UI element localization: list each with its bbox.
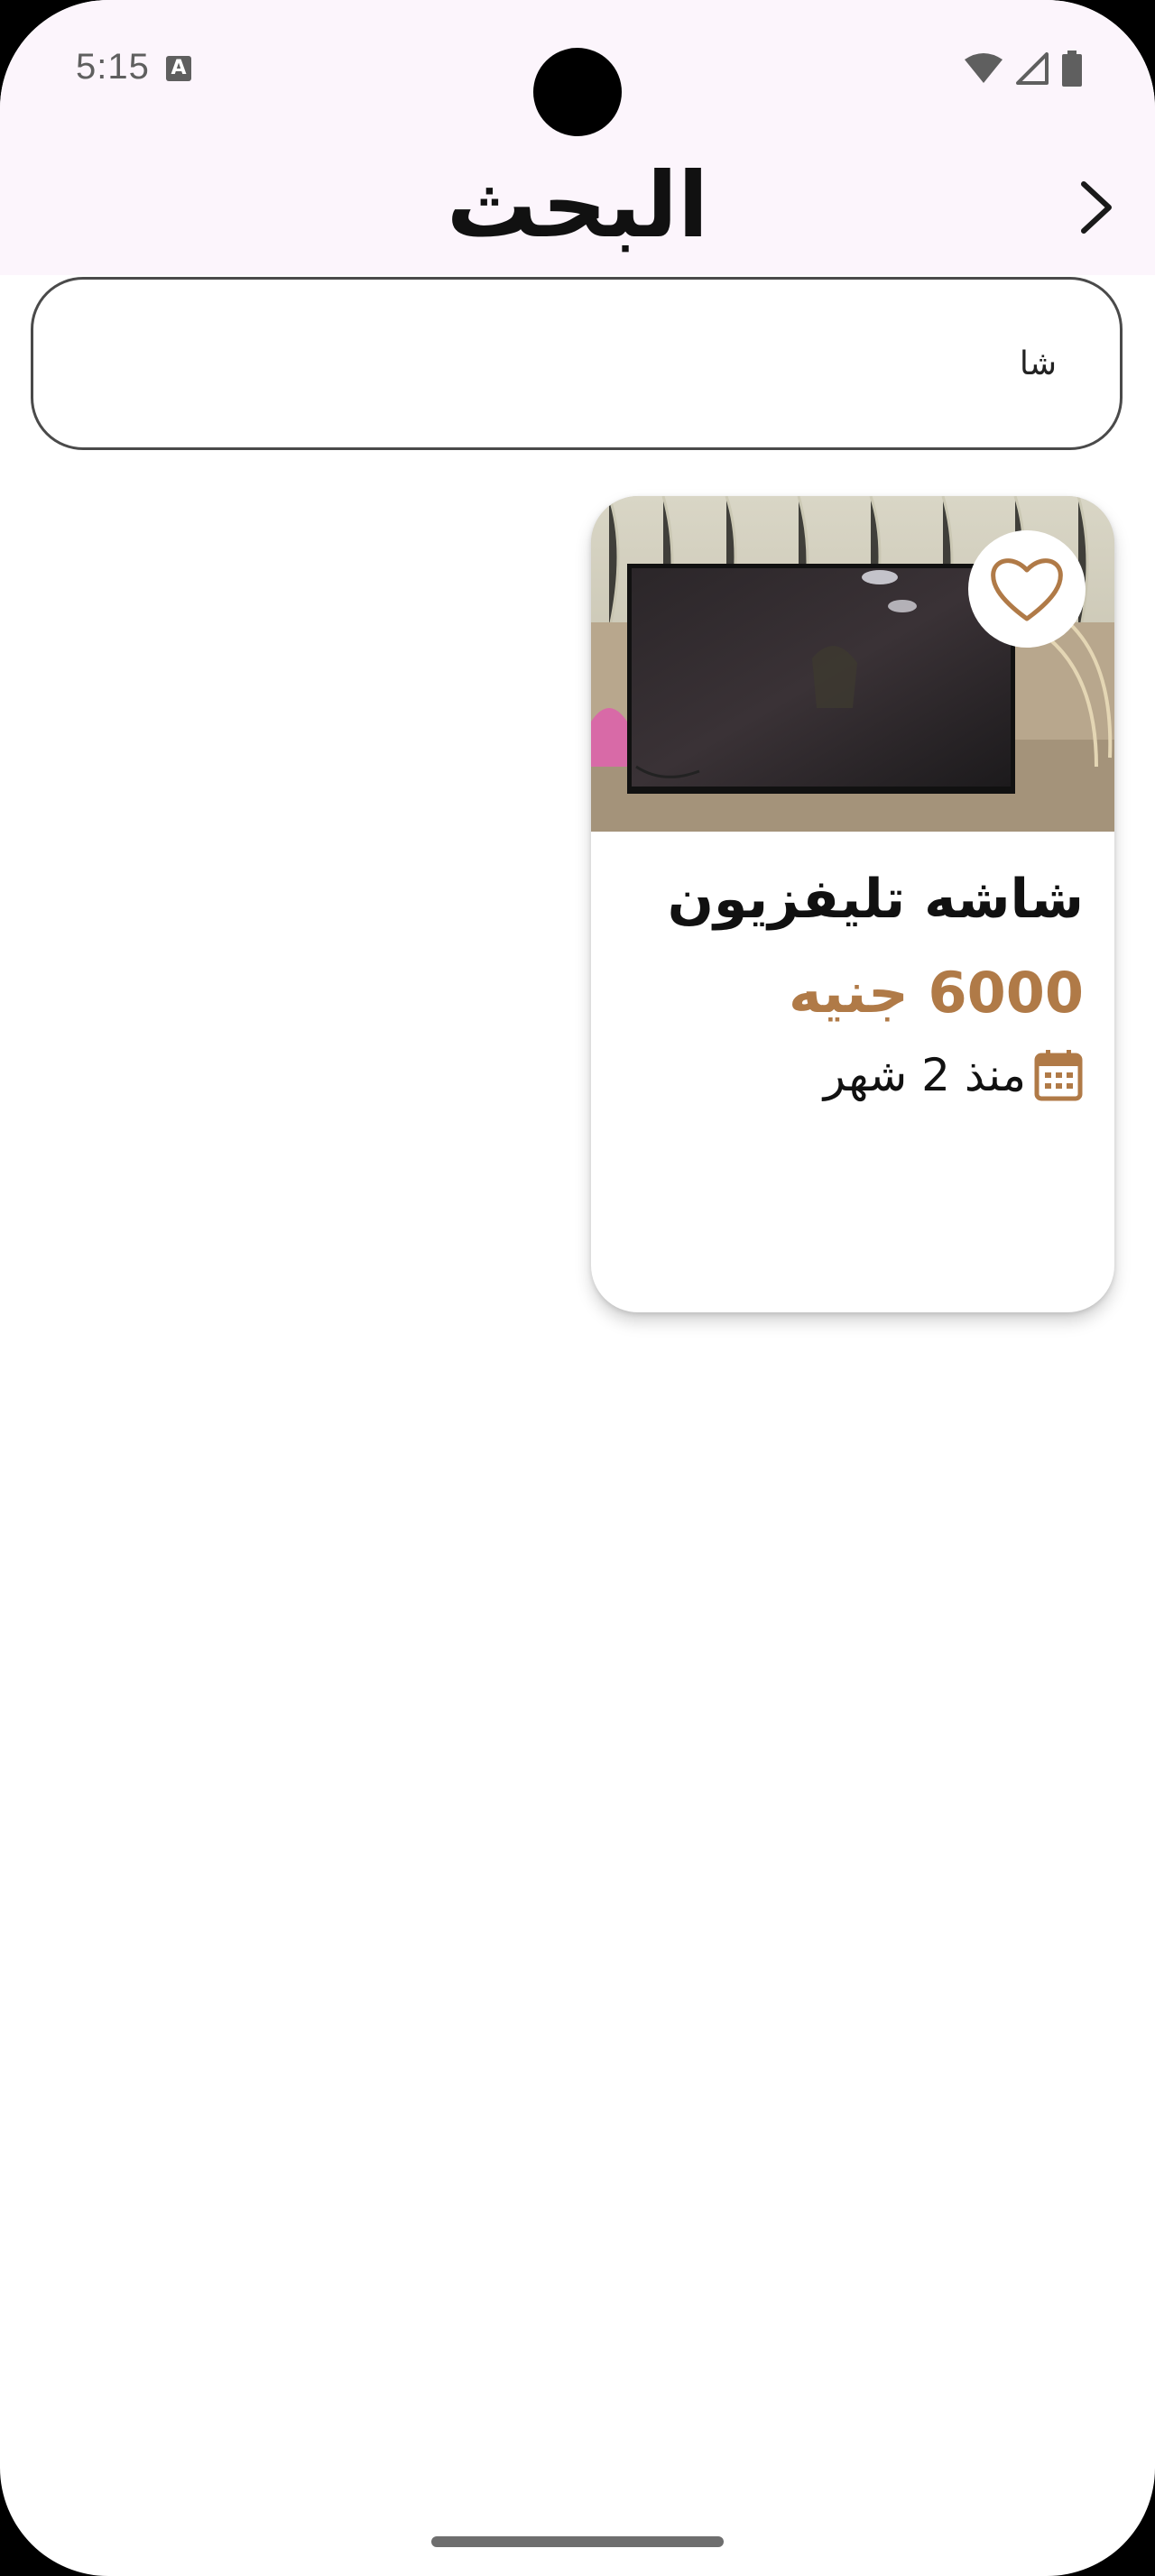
product-price: 6000 جنيه bbox=[788, 960, 1084, 1026]
search-input[interactable] bbox=[136, 280, 1075, 447]
favorite-button[interactable] bbox=[968, 530, 1086, 648]
page-title: البحث bbox=[446, 152, 709, 258]
search-field[interactable] bbox=[31, 277, 1123, 450]
cell-signal-icon bbox=[1016, 52, 1049, 85]
wifi-icon bbox=[965, 53, 1003, 83]
calendar-icon bbox=[1034, 1050, 1083, 1101]
product-date-row: منذ 2 شهر bbox=[824, 1048, 1084, 1102]
product-date: منذ 2 شهر bbox=[823, 1049, 1026, 1101]
screen: 5:15 A البحث شا شاشه تليفزيون 6000 جنيه … bbox=[0, 0, 1155, 2576]
heart-outline-icon bbox=[991, 558, 1063, 621]
top-bar: 5:15 A البحث bbox=[0, 0, 1155, 275]
product-card[interactable]: شاشه تليفزيون 6000 جنيه منذ 2 شهر bbox=[591, 496, 1114, 1312]
home-indicator[interactable] bbox=[431, 2536, 724, 2547]
battery-icon bbox=[1062, 51, 1082, 87]
chevron-icon bbox=[1081, 181, 1112, 234]
camera-cutout bbox=[533, 48, 622, 136]
product-title: شاشه تليفزيون bbox=[667, 868, 1084, 931]
notification-a-icon: A bbox=[166, 56, 191, 81]
status-time: 5:15 bbox=[76, 47, 150, 87]
back-button[interactable] bbox=[1065, 171, 1128, 244]
status-icons bbox=[964, 51, 1083, 87]
product-image bbox=[591, 496, 1114, 832]
